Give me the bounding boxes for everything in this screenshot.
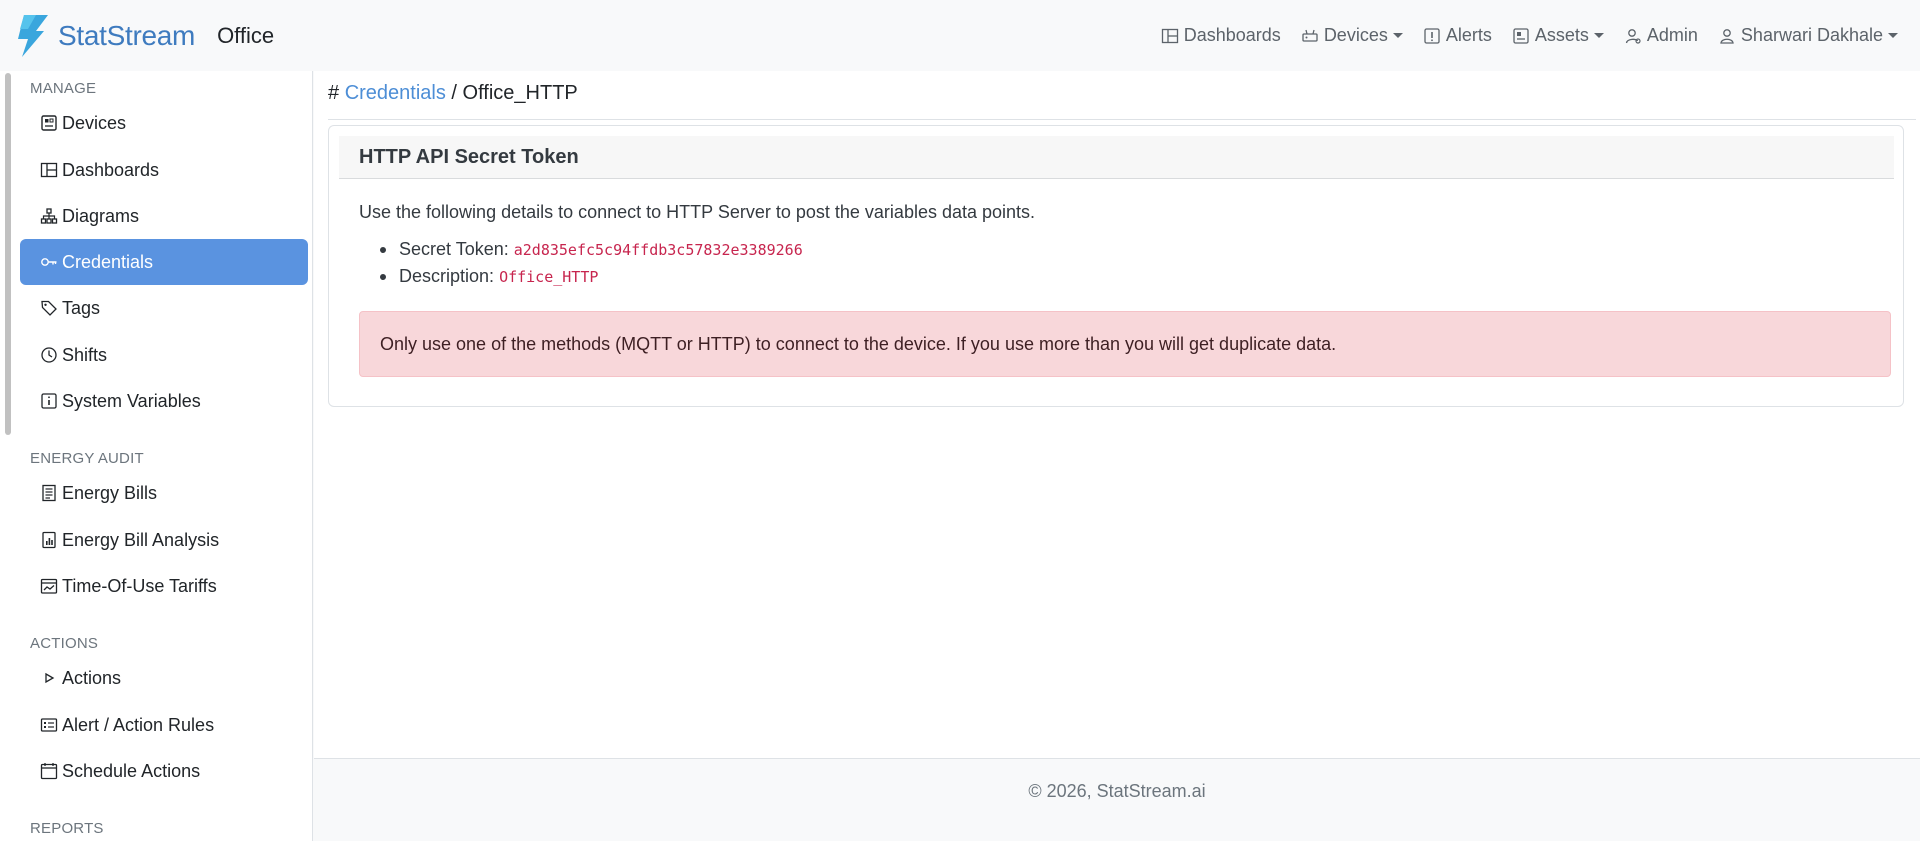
breadcrumb: # Credentials / Office_HTTP xyxy=(328,82,578,105)
description-value[interactable]: Office_HTTP xyxy=(499,268,598,286)
sidebar: MANAGE Devices Dashboards Diagrams Crede… xyxy=(0,71,313,841)
brand[interactable]: StatStream xyxy=(14,14,196,57)
sidebar-item-label: Energy Bill Analysis xyxy=(62,529,220,550)
duplicate-data-warning: Only use one of the methods (MQTT or HTT… xyxy=(359,311,1891,377)
nav-alerts[interactable]: Alerts xyxy=(1423,25,1492,46)
assets-icon xyxy=(1513,27,1529,44)
sidebar-item-label: Shifts xyxy=(62,344,108,365)
sidebar-item-dashboards[interactable]: Dashboards xyxy=(20,147,308,193)
nav-devices[interactable]: Devices xyxy=(1301,25,1403,46)
nav-assets-label: Assets xyxy=(1534,25,1589,45)
divider xyxy=(328,119,1916,120)
nav-devices-label: Devices xyxy=(1323,25,1388,45)
sidebar-item-shifts[interactable]: Shifts xyxy=(20,332,308,378)
sidebar-item-label: System Variables xyxy=(62,390,201,411)
sidebar-item-tags[interactable]: Tags xyxy=(20,285,308,331)
chevron-down-icon xyxy=(1392,33,1403,38)
sidebar-item-label: Tags xyxy=(62,297,101,318)
sidebar-item-label: Schedule Actions xyxy=(62,760,201,781)
calendar-chart-icon xyxy=(40,578,58,594)
secret-token-value[interactable]: a2d835efc5c94ffdb3c57832e3389266 xyxy=(514,241,803,259)
tag-icon xyxy=(41,300,57,316)
key-icon xyxy=(41,258,57,266)
secret-token-label: Secret Token: xyxy=(399,239,509,259)
section-title-actions: ACTIONS xyxy=(30,635,99,652)
sidebar-item-label: Credentials xyxy=(62,251,154,272)
statstream-logo-icon xyxy=(18,14,48,57)
sidebar-item-energy-bills[interactable]: Energy Bills xyxy=(20,470,308,516)
alert-icon xyxy=(1424,27,1440,44)
sidebar-item-label: Dashboards xyxy=(62,159,160,180)
sidebar-item-label: Actions xyxy=(62,667,122,688)
sidebar-item-actions[interactable]: Actions xyxy=(20,655,308,701)
credential-card: HTTP API Secret Token Use the following … xyxy=(328,125,1904,407)
devices-icon xyxy=(1302,29,1318,42)
sidebar-item-label: Alert / Action Rules xyxy=(62,714,215,735)
sidebar-scrollbar[interactable] xyxy=(5,73,11,435)
play-icon xyxy=(45,672,55,684)
sidebar-item-energy-bill-analysis[interactable]: Energy Bill Analysis xyxy=(20,517,308,563)
dashboard-icon xyxy=(40,162,58,178)
list-item: Secret Token: a2d835efc5c94ffdb3c57832e3… xyxy=(369,236,803,263)
calendar-icon xyxy=(40,763,58,780)
sidebar-item-diagrams[interactable]: Diagrams xyxy=(20,193,308,239)
nav-alerts-label: Alerts xyxy=(1445,25,1492,45)
main-content: # Credentials / Office_HTTP HTTP API Sec… xyxy=(314,71,1920,758)
nav-admin-label: Admin xyxy=(1646,25,1698,45)
nav-user-label: Sharwari Dakhale xyxy=(1740,25,1883,45)
nav-assets[interactable]: Assets xyxy=(1512,25,1604,46)
sidebar-item-credentials[interactable]: Credentials xyxy=(20,239,308,285)
breadcrumb-separator: / xyxy=(451,82,457,104)
clock-icon xyxy=(41,347,57,363)
description-label: Description: xyxy=(399,266,495,286)
sidebar-item-schedule-actions[interactable]: Schedule Actions xyxy=(20,748,308,794)
devices-icon xyxy=(41,115,57,131)
top-navbar: StatStream Office Dashboards Devices Ale… xyxy=(0,0,1920,71)
sidebar-item-alert-action-rules[interactable]: Alert / Action Rules xyxy=(20,702,308,748)
card-intro: Use the following details to connect to … xyxy=(359,202,1036,222)
admin-icon xyxy=(1625,28,1641,44)
section-title-reports: REPORTS xyxy=(30,820,104,837)
breadcrumb-current: Office_HTTP xyxy=(462,82,578,104)
nav-dashboards-label: Dashboards xyxy=(1183,25,1281,45)
chevron-down-icon xyxy=(1593,33,1604,38)
breadcrumb-hash: # xyxy=(328,82,340,104)
site-name: Office xyxy=(217,22,275,48)
card-title: HTTP API Secret Token xyxy=(339,136,1894,179)
footer: © 2026, StatStream.ai xyxy=(314,758,1920,841)
credential-details-list: Secret Token: a2d835efc5c94ffdb3c57832e3… xyxy=(369,236,803,290)
sidebar-item-label: Time-Of-Use Tariffs xyxy=(62,575,217,596)
chevron-down-icon xyxy=(1888,33,1898,38)
nav-dashboards[interactable]: Dashboards xyxy=(1161,25,1281,46)
rules-icon xyxy=(40,718,58,732)
sidebar-item-label: Energy Bills xyxy=(62,482,158,503)
chart-icon xyxy=(42,531,56,549)
receipt-icon xyxy=(42,484,56,502)
info-icon xyxy=(41,393,57,409)
section-title-energy-audit: ENERGY AUDIT xyxy=(30,450,144,467)
diagram-icon xyxy=(40,208,58,224)
breadcrumb-link-credentials[interactable]: Credentials xyxy=(345,82,446,104)
nav-user-menu[interactable]: Sharwari Dakhale xyxy=(1718,25,1898,46)
nav-admin[interactable]: Admin xyxy=(1624,25,1698,46)
nav-menu: Dashboards Devices Alerts Assets Admin S… xyxy=(1141,0,1898,71)
section-title-manage: MANAGE xyxy=(30,80,97,97)
user-icon xyxy=(1720,28,1734,44)
dashboard-icon xyxy=(1161,28,1178,43)
sidebar-item-time-of-use-tariffs[interactable]: Time-Of-Use Tariffs xyxy=(20,563,308,609)
sidebar-item-label: Devices xyxy=(62,112,127,133)
footer-copyright: © 2026, StatStream.ai xyxy=(1028,781,1206,801)
sidebar-item-system-variables[interactable]: System Variables xyxy=(20,378,308,424)
list-item: Description: Office_HTTP xyxy=(369,263,803,290)
sidebar-item-devices[interactable]: Devices xyxy=(20,100,308,146)
sidebar-item-label: Diagrams xyxy=(62,205,140,226)
brand-name: StatStream xyxy=(58,19,196,51)
